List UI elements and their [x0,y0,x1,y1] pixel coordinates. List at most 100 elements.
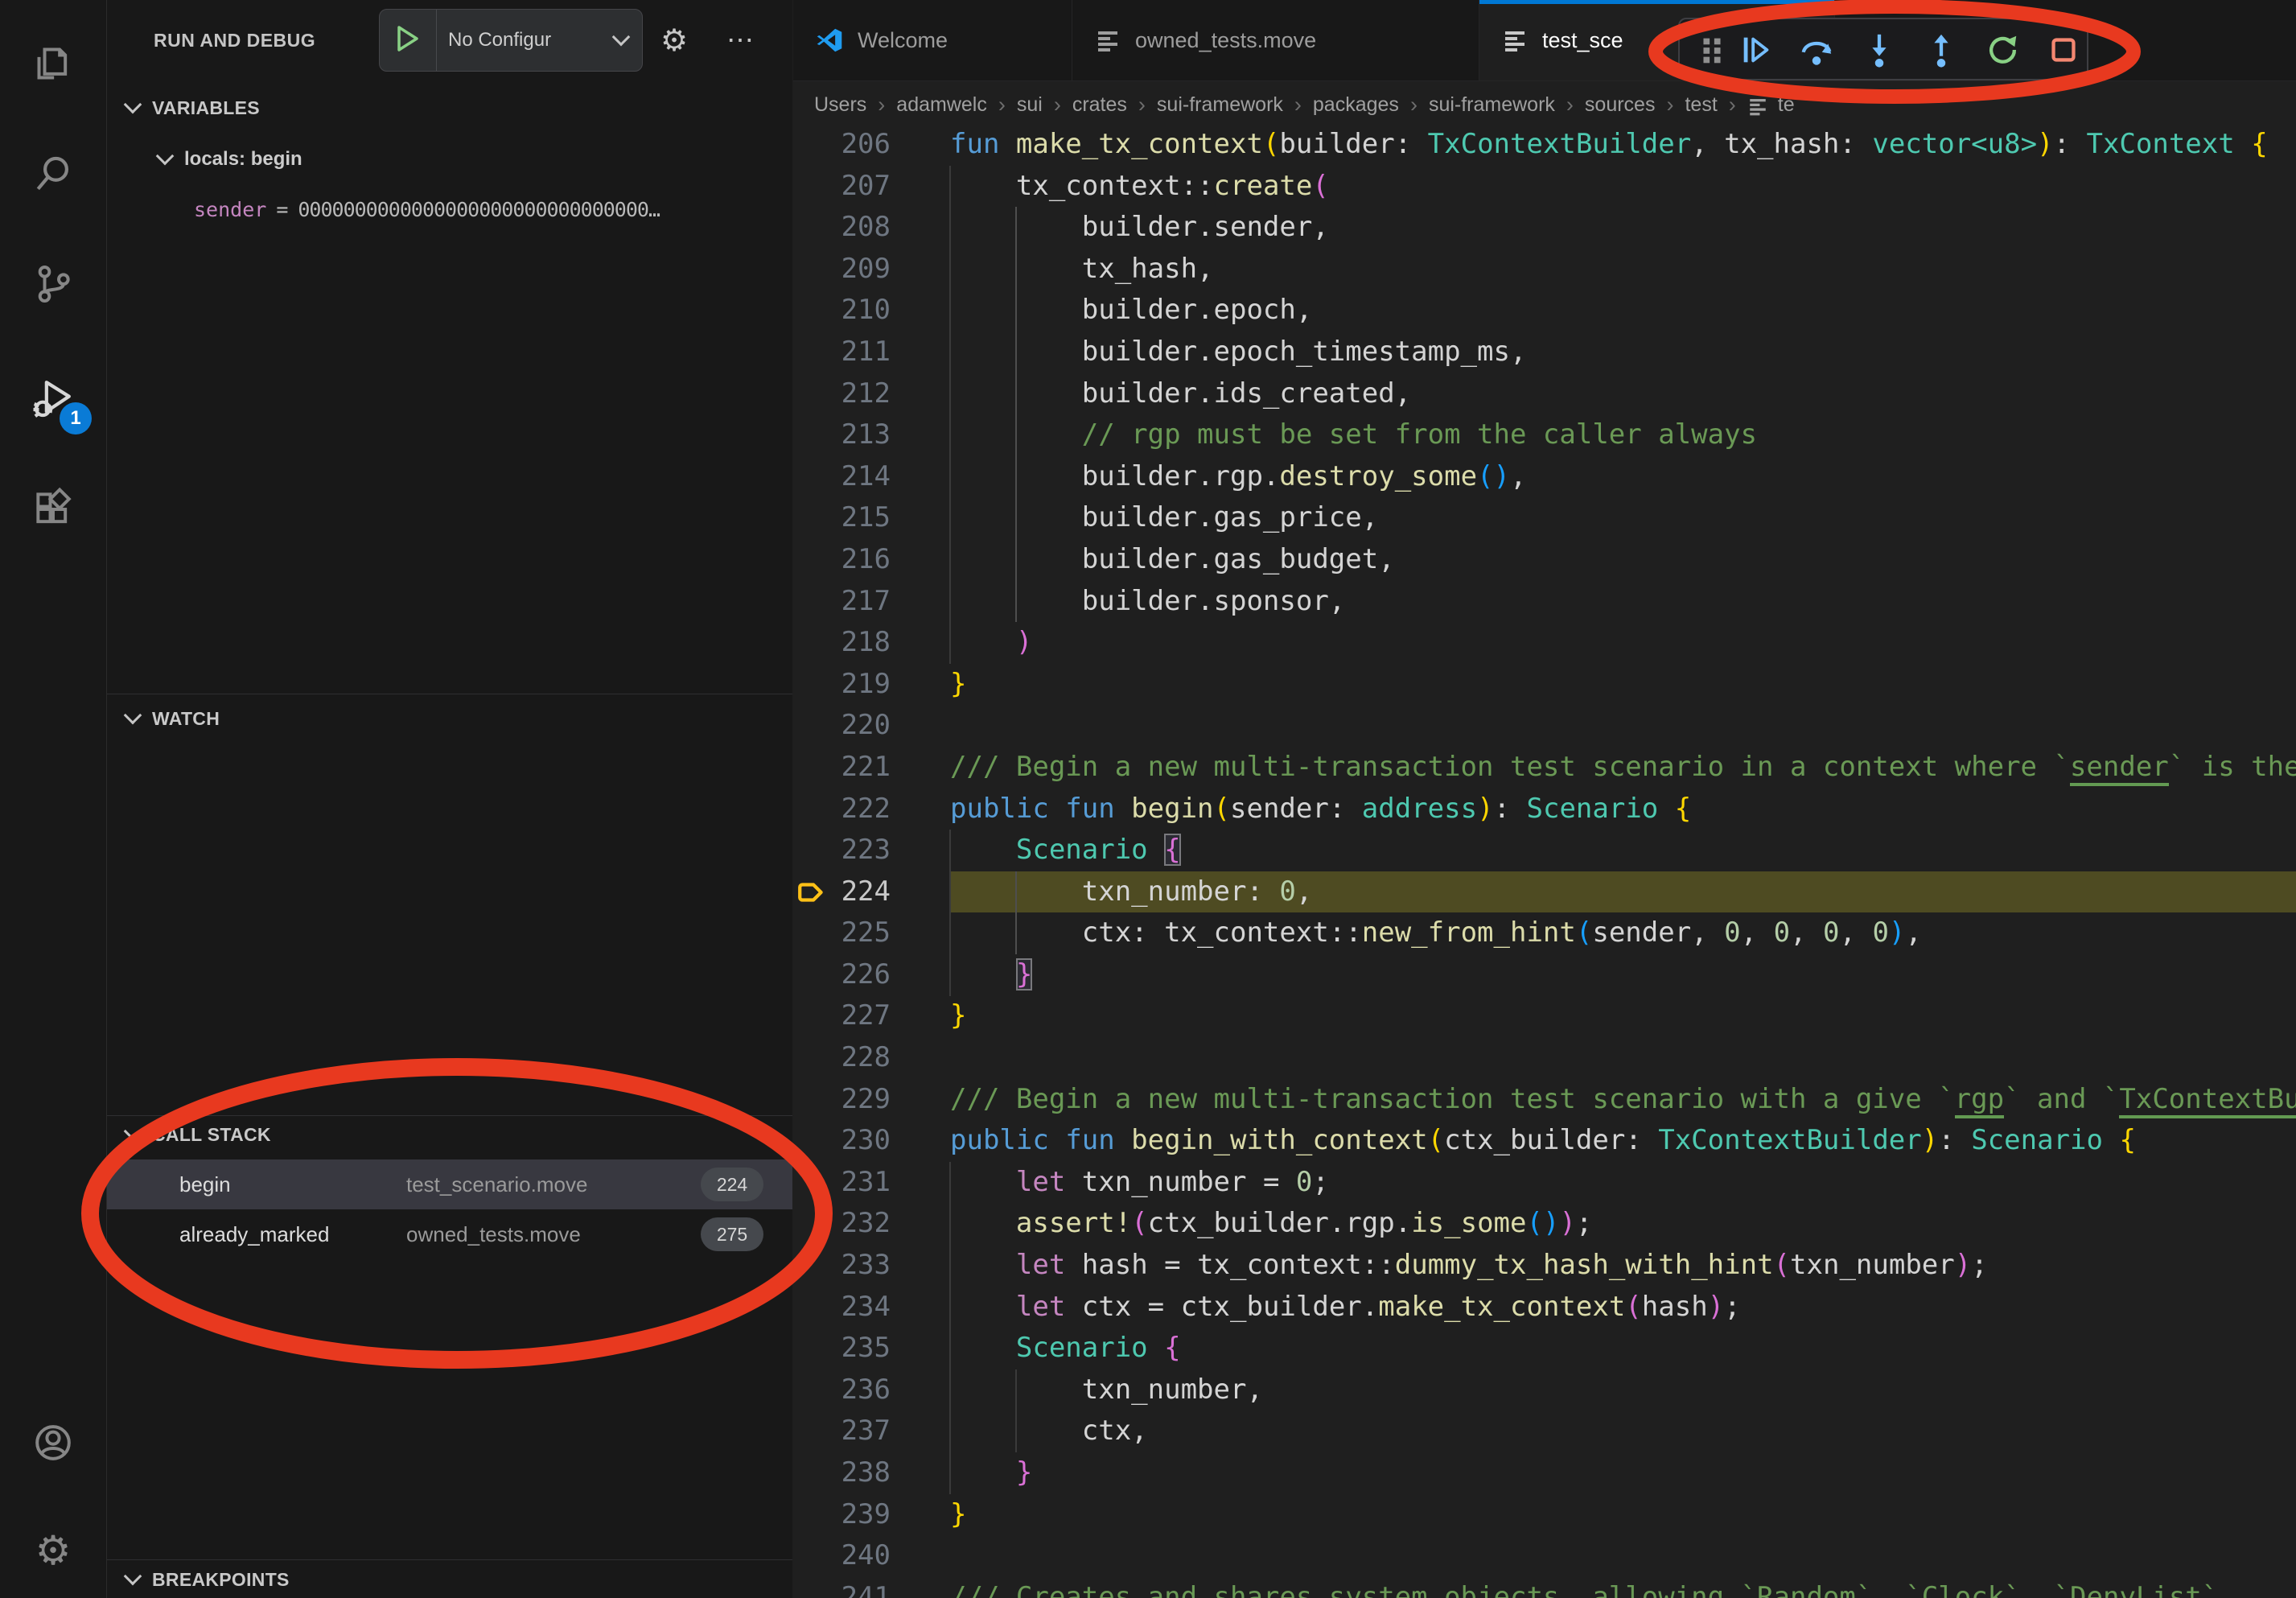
settings-gear-icon[interactable]: ⚙ [0,1506,106,1595]
code-token: destroy_some [1279,460,1477,492]
code-line[interactable]: 231 let txn_number = 0; [793,1162,2296,1204]
code-line[interactable]: 227} [793,995,2296,1037]
code-line[interactable]: 223 Scenario { [793,830,2296,871]
code-token [1148,1332,1164,1364]
code-line[interactable]: 206fun make_tx_context(builder: TxContex… [793,124,2296,166]
code-line[interactable]: 213 // rgp must be set from the caller a… [793,414,2296,456]
breadcrumb-item[interactable]: sui-framework [1157,93,1283,117]
variable-row[interactable]: sender = 0000000000000000000000000000000… [194,192,660,227]
variables-section-header[interactable]: VARIABLES [126,90,260,126]
code-text: } [950,995,2296,1037]
code-token: let [1016,1291,1065,1323]
code-line[interactable]: 230public fun begin_with_context(ctx_bui… [793,1120,2296,1162]
breakpoints-section-header[interactable]: BREAKPOINTS [126,1562,290,1597]
code-line[interactable]: 237 ctx, [793,1411,2296,1452]
code-line[interactable]: 225 ctx: tx_context::new_from_hint(sende… [793,912,2296,954]
breadcrumb-item[interactable]: sui [1017,93,1043,117]
locals-scope-row[interactable]: locals: begin [158,142,302,177]
code-token: ) [1477,793,1493,825]
code-line[interactable]: 232 assert!(ctx_builder.rgp.is_some()); [793,1203,2296,1245]
code-line[interactable]: 217 builder.sponsor, [793,581,2296,623]
breadcrumb-item[interactable]: te [1778,93,1795,117]
code-line[interactable]: 236 txn_number, [793,1369,2296,1411]
code-line[interactable]: 239} [793,1494,2296,1536]
code-token: ctx, [950,1415,1148,1447]
code-text: let txn_number = 0; [950,1162,2296,1204]
code-line[interactable]: 235 Scenario { [793,1328,2296,1369]
code-line[interactable]: 218 ) [793,622,2296,664]
code-line[interactable]: 212 builder.ids_created, [793,373,2296,415]
code-text: public fun begin(sender: address): Scena… [950,789,2296,830]
tab-owned-tests[interactable]: owned_tests.move [1072,0,1479,80]
code-line[interactable]: 229/// Begin a new multi-transaction tes… [793,1079,2296,1121]
line-number: 228 [841,1041,891,1073]
call-stack-frame[interactable]: begintest_scenario.move224 [107,1159,792,1209]
code-line[interactable]: 224 txn_number: 0, [793,871,2296,913]
code-line[interactable]: 221/// Begin a new multi-transaction tes… [793,747,2296,789]
code-line[interactable]: 238 } [793,1452,2296,1494]
stop-button[interactable] [2044,31,2083,69]
restart-button[interactable] [1983,31,2022,69]
code-line[interactable]: 219} [793,664,2296,706]
run-and-debug-icon[interactable]: 1 [0,354,106,443]
debug-settings-gear-icon[interactable]: ⚙ [660,0,688,80]
chevron-down-icon [124,1122,142,1141]
breadcrumb-item[interactable]: sui-framework [1429,93,1555,117]
code-text: } [950,664,2296,706]
breadcrumb-item[interactable]: sources [1585,93,1656,117]
line-number: 223 [841,834,891,866]
code-line[interactable]: 211 builder.epoch_timestamp_ms, [793,332,2296,373]
code-token [950,1456,1016,1489]
line-number: 225 [841,916,891,949]
line-number: 226 [841,958,891,991]
code-token: ; [1312,1166,1328,1198]
more-actions-icon[interactable]: ⋯ [726,0,754,80]
step-out-button[interactable] [1922,31,1961,69]
variables-label: VARIABLES [152,97,260,119]
source-control-icon[interactable] [0,240,106,328]
code-line[interactable]: 208 builder.sender, [793,207,2296,249]
activity-bar: 1 ⚙ [0,0,107,1598]
line-number: 234 [841,1291,891,1323]
call-stack-frame[interactable]: already_markedowned_tests.move275 [107,1209,792,1259]
chevron-down-icon [156,147,175,166]
tab-welcome[interactable]: Welcome [793,0,1072,80]
code-line[interactable]: 220 [793,705,2296,747]
extensions-icon[interactable] [0,465,106,554]
code-line[interactable]: 234 let ctx = ctx_builder.make_tx_contex… [793,1287,2296,1328]
start-debug-icon[interactable] [380,25,436,56]
breadcrumb-item[interactable]: test [1685,93,1717,117]
step-into-button[interactable] [1860,31,1899,69]
breadcrumb-separator: › [1294,93,1302,117]
code-line[interactable]: 214 builder.rgp.destroy_some(), [793,456,2296,498]
code-line[interactable]: 240 [793,1535,2296,1577]
accounts-icon[interactable] [0,1398,106,1487]
code-line[interactable]: 216 builder.gas_budget, [793,539,2296,581]
call-stack-section-header[interactable]: CALL STACK Paused on step [126,1117,773,1152]
debug-config-dropdown[interactable]: No Configur [379,9,643,72]
code-line[interactable]: 209 tx_hash, [793,249,2296,290]
code-line[interactable]: 226 } [793,954,2296,996]
code-line[interactable]: 241/// Creates and shares system objects… [793,1577,2296,1598]
breadcrumb-item[interactable]: packages [1313,93,1399,117]
step-over-button[interactable] [1797,31,1836,69]
code-line[interactable]: 215 builder.gas_price, [793,497,2296,539]
line-number: 218 [841,626,891,658]
code-token: begin_with_context [1131,1124,1427,1156]
search-icon[interactable] [0,129,106,217]
code-token: builder.rgp. [950,460,1279,492]
code-line[interactable]: 222public fun begin(sender: address): Sc… [793,789,2296,830]
code-token [950,1291,1016,1323]
code-line[interactable]: 210 builder.epoch, [793,290,2296,332]
code-text [950,1037,2296,1079]
continue-button[interactable] [1737,31,1775,69]
watch-section-header[interactable]: WATCH [126,701,220,736]
explorer-icon[interactable] [0,19,106,108]
code-line[interactable]: 228 [793,1037,2296,1079]
breadcrumb-item[interactable]: crates [1072,93,1127,117]
breadcrumb-item[interactable]: Users [814,93,866,117]
code-line[interactable]: 207 tx_context::create( [793,166,2296,208]
breadcrumb-item[interactable]: adamwelc [896,93,987,117]
code-line[interactable]: 233 let hash = tx_context::dummy_tx_hash… [793,1245,2296,1287]
drag-handle[interactable] [1693,31,1731,69]
